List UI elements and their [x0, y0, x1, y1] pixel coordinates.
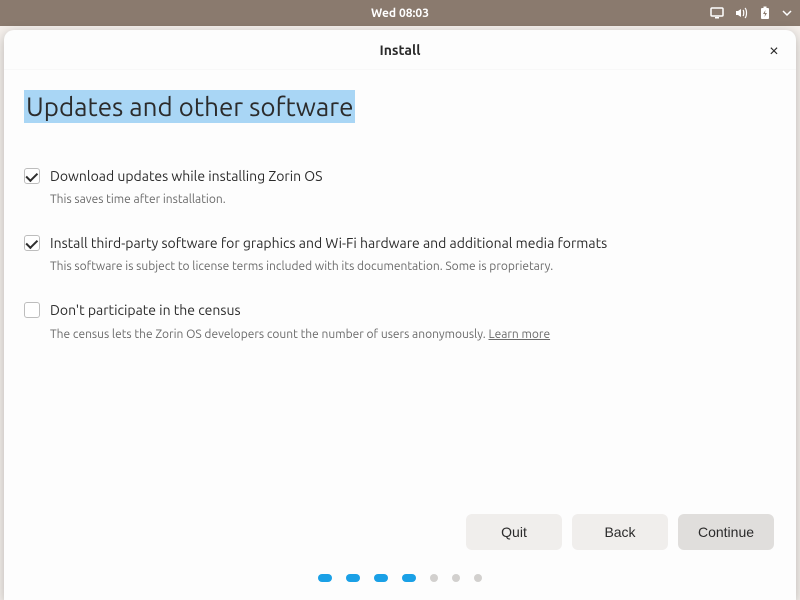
option-label: Install third-party software for graphic…	[50, 234, 776, 252]
back-button[interactable]: Back	[572, 514, 668, 550]
content-area: Updates and other software Download upda…	[4, 70, 796, 600]
option-download-updates: Download updates while installing Zorin …	[24, 167, 776, 206]
learn-more-link[interactable]: Learn more	[488, 328, 550, 341]
options-list: Download updates while installing Zorin …	[24, 167, 776, 341]
titlebar: Install ×	[4, 30, 796, 70]
option-third-party: Install third-party software for graphic…	[24, 234, 776, 273]
progress-dot	[318, 574, 332, 582]
option-census: Don't participate in the census The cens…	[24, 301, 776, 340]
progress-dots	[24, 574, 776, 600]
volume-icon[interactable]	[734, 6, 748, 20]
continue-button[interactable]: Continue	[678, 514, 774, 550]
progress-dot	[474, 574, 482, 582]
clock[interactable]: Wed 08:03	[371, 7, 429, 20]
checkbox-census[interactable]	[24, 302, 40, 318]
system-topbar: Wed 08:03	[0, 0, 800, 26]
system-tray[interactable]	[710, 6, 792, 20]
page-heading: Updates and other software	[24, 90, 355, 123]
quit-button[interactable]: Quit	[466, 514, 562, 550]
progress-dot	[374, 574, 388, 582]
dropdown-icon[interactable]	[782, 8, 792, 18]
checkbox-download-updates[interactable]	[24, 168, 40, 184]
display-icon[interactable]	[710, 6, 724, 20]
option-desc: The census lets the Zorin OS developers …	[50, 328, 776, 341]
progress-dot	[402, 574, 416, 582]
battery-icon[interactable]	[758, 6, 772, 20]
option-label: Don't participate in the census	[50, 301, 776, 319]
option-desc: This software is subject to license term…	[50, 260, 776, 273]
progress-dot	[430, 574, 438, 582]
progress-dot	[452, 574, 460, 582]
progress-dot	[346, 574, 360, 582]
installer-window: Install × Updates and other software Dow…	[4, 30, 796, 600]
option-desc: This saves time after installation.	[50, 193, 776, 206]
option-desc-text: The census lets the Zorin OS developers …	[50, 328, 488, 341]
window-title: Install	[380, 42, 421, 58]
button-row: Quit Back Continue	[24, 514, 776, 574]
close-button[interactable]: ×	[764, 40, 784, 60]
option-label: Download updates while installing Zorin …	[50, 167, 776, 185]
checkbox-third-party[interactable]	[24, 235, 40, 251]
